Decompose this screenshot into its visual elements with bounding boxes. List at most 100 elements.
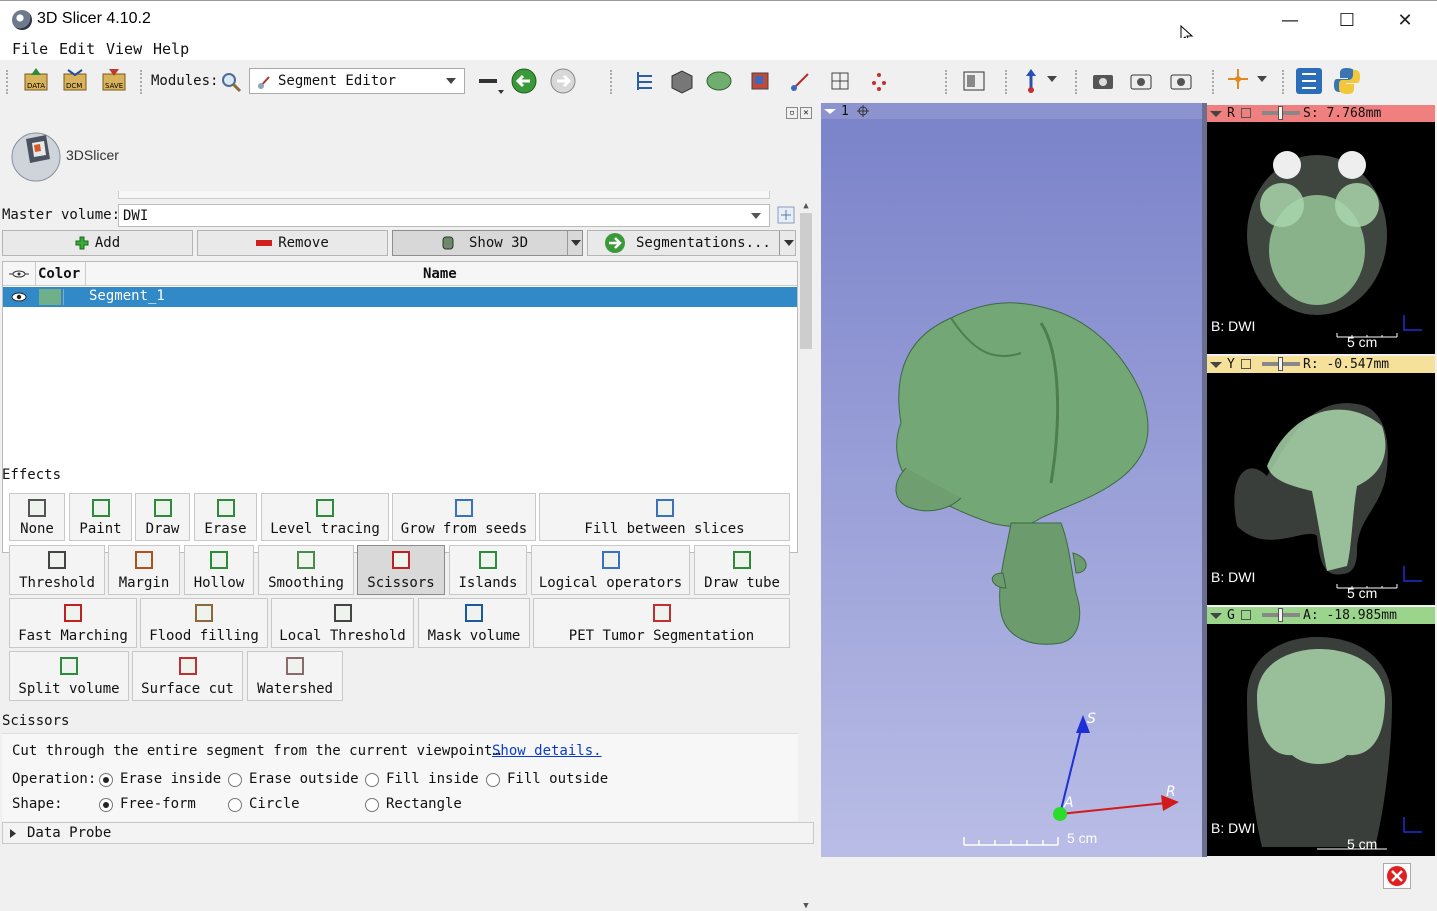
python-console-icon[interactable] bbox=[1332, 66, 1362, 96]
remove-segment-button[interactable]: Remove bbox=[197, 230, 388, 256]
erase-outside-radio[interactable] bbox=[228, 773, 242, 787]
module-selector[interactable]: Segment Editor bbox=[249, 68, 465, 94]
chevron-down-icon[interactable] bbox=[1046, 74, 1058, 84]
slice-slider-handle[interactable] bbox=[1278, 106, 1283, 120]
pin-icon[interactable] bbox=[824, 106, 836, 116]
scroll-down-icon[interactable]: ▼ bbox=[800, 901, 812, 911]
slice-slider-handle[interactable] bbox=[1278, 608, 1283, 622]
eye-icon[interactable] bbox=[11, 292, 27, 302]
green-slice-view[interactable]: G A: -18.985mm B: DWI 5 cm bbox=[1207, 607, 1435, 856]
effect-logical-operators-button[interactable]: Logical operators bbox=[531, 545, 690, 595]
effect-fast-marching-button[interactable]: Fast Marching bbox=[9, 598, 137, 648]
models-module-icon[interactable] bbox=[704, 66, 734, 96]
effect-mask-volume-button[interactable]: Mask volume bbox=[418, 598, 530, 648]
3d-view-controller[interactable]: 1 bbox=[821, 103, 1202, 119]
segment-name[interactable]: Segment_1 bbox=[89, 288, 165, 304]
effect-fill-between-slices-button[interactable]: Fill between slices bbox=[539, 493, 790, 541]
panel-scrollbar[interactable]: ▲ ▼ bbox=[798, 199, 814, 911]
yellow-slice-controller[interactable]: Y R: -0.547mm bbox=[1207, 356, 1435, 373]
show-3d-button[interactable]: Show 3D bbox=[392, 230, 583, 256]
rectangle-radio[interactable] bbox=[365, 798, 379, 812]
effect-smoothing-button[interactable]: Smoothing bbox=[258, 545, 354, 595]
screenshot-icon[interactable] bbox=[1088, 66, 1118, 96]
extension-manager-icon[interactable] bbox=[1294, 66, 1324, 96]
effect-watershed-button[interactable]: Watershed bbox=[247, 651, 343, 701]
red-slice-view[interactable]: R S: 7.768mm B: DWI 5 cm bbox=[1207, 105, 1435, 354]
back-icon[interactable] bbox=[509, 66, 539, 96]
pin-icon[interactable] bbox=[1210, 611, 1222, 620]
fill-inside-label[interactable]: Fill inside bbox=[386, 771, 479, 787]
forward-icon[interactable] bbox=[548, 66, 578, 96]
dcm-icon[interactable]: DCM bbox=[60, 66, 90, 96]
markups-module-icon[interactable] bbox=[786, 66, 816, 96]
red-slice-controller[interactable]: R S: 7.768mm bbox=[1207, 105, 1435, 122]
table-row[interactable]: Segment_1 bbox=[3, 287, 797, 307]
show-details-link[interactable]: Show details. bbox=[492, 743, 602, 759]
pin-icon[interactable] bbox=[1210, 360, 1222, 369]
erase-outside-label[interactable]: Erase outside bbox=[249, 771, 359, 787]
link-icon[interactable] bbox=[1241, 610, 1251, 620]
effect-paint-button[interactable]: Paint bbox=[69, 493, 132, 541]
search-icon[interactable] bbox=[220, 71, 242, 93]
layout-icon[interactable] bbox=[960, 66, 990, 96]
circle-radio[interactable] bbox=[228, 798, 242, 812]
menu-edit[interactable]: Edit bbox=[59, 40, 95, 58]
data-probe-section[interactable]: Data Probe bbox=[2, 822, 814, 844]
error-log-button[interactable] bbox=[1383, 863, 1411, 889]
circle-label[interactable]: Circle bbox=[249, 796, 300, 812]
effect-islands-button[interactable]: Islands bbox=[449, 545, 527, 595]
pin-icon[interactable] bbox=[1210, 109, 1222, 118]
effect-split-volume-button[interactable]: Split volume bbox=[9, 651, 129, 701]
effect-surface-cut-button[interactable]: Surface cut bbox=[132, 651, 243, 701]
add-segment-button[interactable]: Add bbox=[2, 230, 193, 256]
scene-view-icon[interactable] bbox=[1126, 66, 1156, 96]
chevron-down-icon[interactable] bbox=[1256, 74, 1268, 84]
undock-icon[interactable]: ▫ bbox=[786, 107, 798, 119]
segmentations-button[interactable]: Segmentations... bbox=[587, 230, 796, 256]
scrollbar-thumb[interactable] bbox=[800, 213, 812, 349]
effect-margin-button[interactable]: Margin bbox=[108, 545, 180, 595]
rectangle-label[interactable]: Rectangle bbox=[386, 796, 462, 812]
green-slice-controller[interactable]: G A: -18.985mm bbox=[1207, 607, 1435, 624]
data-icon[interactable]: DATA bbox=[21, 66, 51, 96]
effect-erase-button[interactable]: Erase bbox=[194, 493, 257, 541]
effect-threshold-button[interactable]: Threshold bbox=[9, 545, 105, 595]
effect-draw-button[interactable]: Draw bbox=[135, 493, 190, 541]
save-icon[interactable]: SAVE bbox=[99, 66, 129, 96]
3d-view[interactable]: S R A 5 cm bbox=[821, 103, 1202, 857]
effect-flood-filling-button[interactable]: Flood filling bbox=[140, 598, 268, 648]
scroll-up-icon[interactable]: ▲ bbox=[800, 201, 812, 211]
maximize-button[interactable]: ☐ bbox=[1318, 1, 1376, 39]
menu-view[interactable]: View bbox=[106, 40, 142, 58]
transforms-module-icon[interactable] bbox=[745, 66, 775, 96]
erase-inside-label[interactable]: Erase inside bbox=[120, 771, 221, 787]
crosshair-up-icon[interactable] bbox=[1018, 66, 1048, 96]
view-layout-icon[interactable] bbox=[476, 66, 506, 96]
master-volume-select[interactable]: DWI bbox=[118, 204, 770, 227]
effect-level-tracing-button[interactable]: Level tracing bbox=[261, 493, 389, 541]
effect-scissors-button[interactable]: Scissors bbox=[357, 545, 445, 595]
view-settings-icon[interactable] bbox=[857, 105, 869, 117]
effect-hollow-button[interactable]: Hollow bbox=[184, 545, 254, 595]
segment-color-swatch[interactable] bbox=[39, 289, 61, 305]
name-header[interactable]: Name bbox=[423, 266, 457, 282]
free-form-radio[interactable] bbox=[99, 798, 113, 812]
link-icon[interactable] bbox=[1241, 359, 1251, 369]
segmentation-selector[interactable] bbox=[118, 191, 770, 199]
close-button[interactable]: ✕ bbox=[1376, 1, 1434, 39]
effect-grow-from-seeds-button[interactable]: Grow from seeds bbox=[392, 493, 536, 541]
menu-file[interactable]: File bbox=[12, 40, 48, 58]
erase-inside-radio[interactable] bbox=[99, 773, 113, 787]
fill-inside-radio[interactable] bbox=[365, 773, 379, 787]
fill-outside-label[interactable]: Fill outside bbox=[507, 771, 608, 787]
effect-none-button[interactable]: None bbox=[9, 493, 65, 541]
chevron-down-icon[interactable] bbox=[784, 240, 794, 247]
slice-slider-handle[interactable] bbox=[1278, 357, 1283, 371]
mouse-mode-icon[interactable] bbox=[1226, 66, 1256, 96]
data-module-icon[interactable] bbox=[630, 66, 660, 96]
effect-draw-tube-button[interactable]: Draw tube bbox=[694, 545, 790, 595]
minimize-button[interactable]: — bbox=[1261, 1, 1319, 39]
fill-outside-radio[interactable] bbox=[486, 773, 500, 787]
volumes-module-icon[interactable] bbox=[667, 66, 697, 96]
yellow-slice-view[interactable]: Y R: -0.547mm B: DWI 5 cm bbox=[1207, 356, 1435, 605]
